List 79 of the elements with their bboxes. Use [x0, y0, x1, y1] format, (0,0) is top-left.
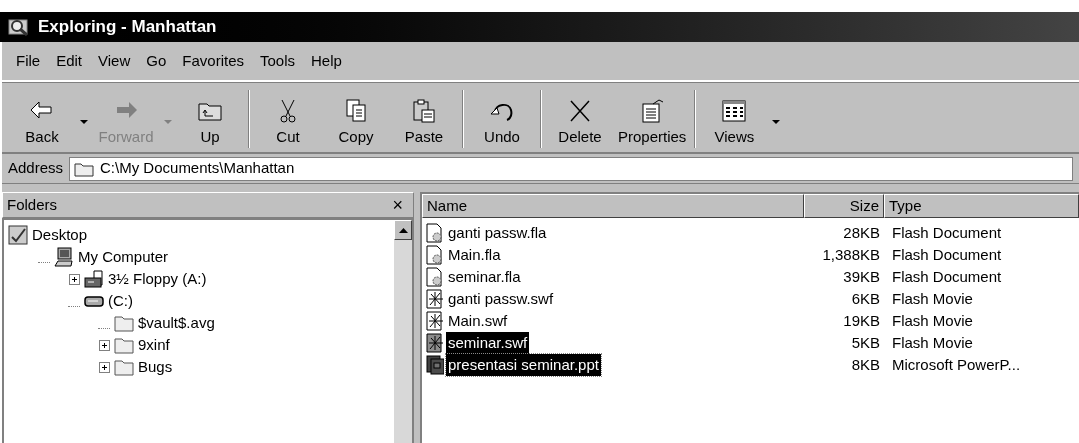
menu-item[interactable]: Help [309, 49, 344, 73]
folder-icon [74, 160, 95, 177]
menu-item[interactable]: File [14, 49, 43, 73]
flash-document-icon [426, 267, 444, 287]
file-type: Flash Document [891, 266, 1003, 287]
caret-icon [772, 120, 781, 124]
expand-button[interactable] [68, 273, 80, 285]
folder-icon [114, 357, 134, 377]
address-label: Address [8, 158, 64, 179]
panel-title: Folders [7, 194, 58, 215]
tree-item[interactable]: $vault$.avg [138, 311, 215, 335]
toolbar-button[interactable]: Paste [390, 90, 458, 148]
folder-icon [114, 313, 134, 333]
column-header[interactable]: Size [804, 194, 884, 218]
tree-item[interactable]: Bugs [138, 355, 173, 379]
close-button[interactable]: × [386, 196, 409, 214]
folder-icon [114, 335, 134, 355]
file-size: 1,388KB [821, 244, 881, 265]
toolbar-button[interactable]: Up [176, 90, 244, 148]
presentation-icon [426, 355, 444, 375]
up-arrow-icon [398, 227, 408, 233]
window-title: Exploring - Manhattan [38, 16, 217, 39]
toolbar-button[interactable]: Delete [546, 90, 614, 148]
file-size: 8KB [850, 354, 881, 375]
tree-item[interactable]: 3½ Floppy (A:) [108, 267, 207, 291]
address-field[interactable]: C:\My Documents\Manhattan [69, 156, 1073, 181]
toolbar-button[interactable]: Back [8, 90, 76, 148]
explorer-icon [8, 17, 30, 37]
scroll-up-button[interactable] [394, 220, 412, 240]
file-type: Flash Document [891, 222, 1003, 243]
column-header[interactable]: Type [884, 194, 1079, 218]
floppy-drive-icon [84, 269, 104, 289]
flash-movie-icon [426, 289, 444, 309]
file-name[interactable]: ganti passw.fla [446, 221, 549, 245]
file-name[interactable]: presentasi seminar.ppt [446, 353, 601, 377]
file-type: Microsoft PowerP... [891, 354, 1022, 375]
caret-icon [80, 120, 88, 124]
menu-item[interactable]: View [96, 49, 133, 73]
desktop-icon [8, 225, 28, 245]
file-type: Flash Movie [891, 288, 974, 309]
file-name[interactable]: seminar.swf [446, 331, 530, 355]
toolbar-button[interactable]: Copy [322, 90, 390, 148]
file-size: 19KB [842, 310, 881, 331]
column-header[interactable]: Name [422, 194, 804, 218]
tree-item[interactable]: 9xinf [138, 333, 170, 357]
menu-item[interactable]: Favorites [180, 49, 246, 73]
computer-icon [54, 247, 74, 267]
tree-item[interactable]: My Computer [78, 245, 169, 269]
file-type: Flash Document [891, 244, 1003, 265]
toolbar-button[interactable]: Cut [254, 90, 322, 148]
file-size: 28KB [842, 222, 881, 243]
flash-document-icon [426, 245, 444, 265]
flash-movie-icon [426, 333, 444, 353]
tree-item[interactable]: (C:) [108, 289, 133, 313]
view-grid-icon [721, 97, 748, 124]
clipboard-icon [411, 97, 437, 124]
copy-icon [343, 97, 369, 124]
document-icon [639, 97, 666, 124]
caret-icon [164, 120, 172, 124]
file-name[interactable]: Main.swf [446, 309, 510, 333]
expand-button[interactable] [98, 361, 110, 373]
file-name[interactable]: seminar.fla [446, 265, 523, 289]
toolbar-button[interactable]: Properties [614, 90, 691, 148]
file-size: 5KB [850, 332, 881, 353]
toolbar-button[interactable]: Undo [468, 90, 536, 148]
menu-item[interactable]: Tools [258, 49, 297, 73]
toolbar-button[interactable]: Views [700, 90, 769, 148]
flash-movie-icon [426, 311, 444, 331]
file-name[interactable]: Main.fla [446, 243, 503, 267]
tree-item[interactable]: Desktop [32, 223, 88, 247]
file-type: Flash Movie [891, 310, 974, 331]
menu-item[interactable]: Go [144, 49, 169, 73]
file-name[interactable]: ganti passw.swf [446, 287, 556, 311]
file-size: 39KB [842, 266, 881, 287]
file-size: 6KB [850, 288, 881, 309]
file-type: Flash Movie [891, 332, 974, 353]
menu-item[interactable]: Edit [54, 49, 85, 73]
flash-document-icon [426, 223, 444, 243]
expand-button[interactable] [98, 339, 110, 351]
